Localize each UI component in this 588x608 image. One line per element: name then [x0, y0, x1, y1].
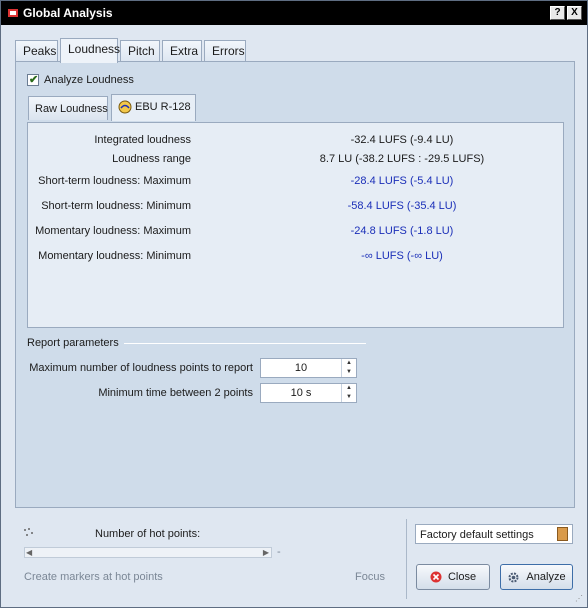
- slider-left-icon[interactable]: ◀: [26, 548, 32, 557]
- min-time-value: 10 s: [290, 387, 312, 399]
- preset-value: Factory default settings: [420, 529, 534, 541]
- bottom-divider: [406, 519, 407, 599]
- hot-points-value: -: [277, 546, 281, 558]
- momentary-max-value[interactable]: -24.8 LUFS (-1.8 LU): [252, 225, 552, 237]
- title-bar: Global Analysis ? X: [1, 1, 587, 25]
- focus-label[interactable]: Focus: [355, 571, 385, 583]
- report-parameters-title: Report parameters: [27, 337, 119, 349]
- report-parameters-divider: [124, 343, 366, 344]
- checkmark-icon: ✔: [29, 74, 39, 86]
- global-analysis-window: Global Analysis ? X Peaks Loudness Pitch…: [0, 0, 588, 608]
- short-term-max-value[interactable]: -28.4 LUFS (-5.4 LU): [252, 175, 552, 187]
- spin-up-icon[interactable]: ▲: [342, 359, 356, 368]
- integrated-loudness-label: Integrated loudness: [94, 134, 191, 146]
- hot-points-slider[interactable]: ◀ ▶: [24, 547, 272, 558]
- hot-points-label: Number of hot points:: [95, 528, 201, 540]
- resize-grip-icon[interactable]: ⋰: [575, 594, 583, 603]
- analyze-loudness-checkbox[interactable]: ✔: [27, 74, 39, 86]
- analyze-loudness-label: Analyze Loudness: [44, 74, 134, 86]
- max-points-value: 10: [294, 362, 308, 374]
- subtab-ebu-r128-label: EBU R-128: [135, 101, 191, 113]
- preset-book-icon[interactable]: [557, 527, 568, 541]
- max-points-spinner[interactable]: 10 ▲ ▼: [260, 358, 357, 378]
- ebu-meter-icon: [118, 100, 132, 114]
- tab-loudness[interactable]: Loudness: [60, 38, 120, 63]
- min-time-spinner[interactable]: 10 s ▲ ▼: [260, 383, 357, 403]
- tab-errors[interactable]: Errors: [204, 40, 246, 62]
- short-term-min-value[interactable]: -58.4 LUFS (-35.4 LU): [252, 200, 552, 212]
- close-window-button[interactable]: X: [567, 6, 582, 20]
- short-term-min-label: Short-term loudness: Minimum: [41, 200, 191, 212]
- integrated-loudness-value: -32.4 LUFS (-9.4 LU): [350, 134, 454, 146]
- ebu-results-panel: Integrated loudness -32.4 LUFS (-9.4 LU)…: [27, 122, 564, 328]
- tab-peaks[interactable]: Peaks: [15, 40, 58, 62]
- slider-right-icon[interactable]: ▶: [263, 548, 269, 557]
- subtab-raw-loudness[interactable]: Raw Loudness: [28, 96, 108, 120]
- tab-extra[interactable]: Extra: [162, 40, 202, 62]
- min-time-label: Minimum time between 2 points: [98, 387, 253, 399]
- help-button[interactable]: ?: [550, 6, 565, 20]
- min-time-arrows[interactable]: ▲ ▼: [341, 384, 356, 402]
- loudness-panel: ✔ Analyze Loudness Raw Loudness EBU R-12…: [15, 61, 575, 508]
- close-button[interactable]: Close: [416, 564, 490, 590]
- gear-icon: [508, 572, 519, 583]
- subtab-ebu-r128[interactable]: EBU R-128: [111, 94, 196, 121]
- tab-pitch[interactable]: Pitch: [120, 40, 160, 62]
- analyze-button[interactable]: Analyze: [500, 564, 573, 590]
- close-button-label: Close: [447, 571, 477, 583]
- hot-points-icon: [24, 528, 33, 536]
- window-title: Global Analysis: [23, 6, 113, 20]
- app-icon: [8, 9, 18, 17]
- close-circle-icon: [430, 571, 442, 583]
- max-points-arrows[interactable]: ▲ ▼: [341, 359, 356, 377]
- spin-down-icon[interactable]: ▼: [342, 368, 356, 377]
- spin-down-icon[interactable]: ▼: [342, 393, 356, 402]
- momentary-min-label: Momentary loudness: Minimum: [38, 250, 191, 262]
- short-term-max-label: Short-term loudness: Maximum: [38, 175, 191, 187]
- spin-up-icon[interactable]: ▲: [342, 384, 356, 393]
- max-points-label: Maximum number of loudness points to rep…: [29, 362, 253, 374]
- momentary-min-value[interactable]: -∞ LUFS (-∞ LU): [252, 250, 552, 262]
- analyze-button-label: Analyze: [526, 571, 566, 583]
- loudness-range-label: Loudness range: [112, 153, 191, 165]
- momentary-max-label: Momentary loudness: Maximum: [35, 225, 191, 237]
- create-markers-label[interactable]: Create markers at hot points: [24, 571, 163, 583]
- loudness-range-value: 8.7 LU (-38.2 LUFS : -29.5 LUFS): [319, 153, 485, 165]
- preset-dropdown[interactable]: Factory default settings: [415, 524, 573, 544]
